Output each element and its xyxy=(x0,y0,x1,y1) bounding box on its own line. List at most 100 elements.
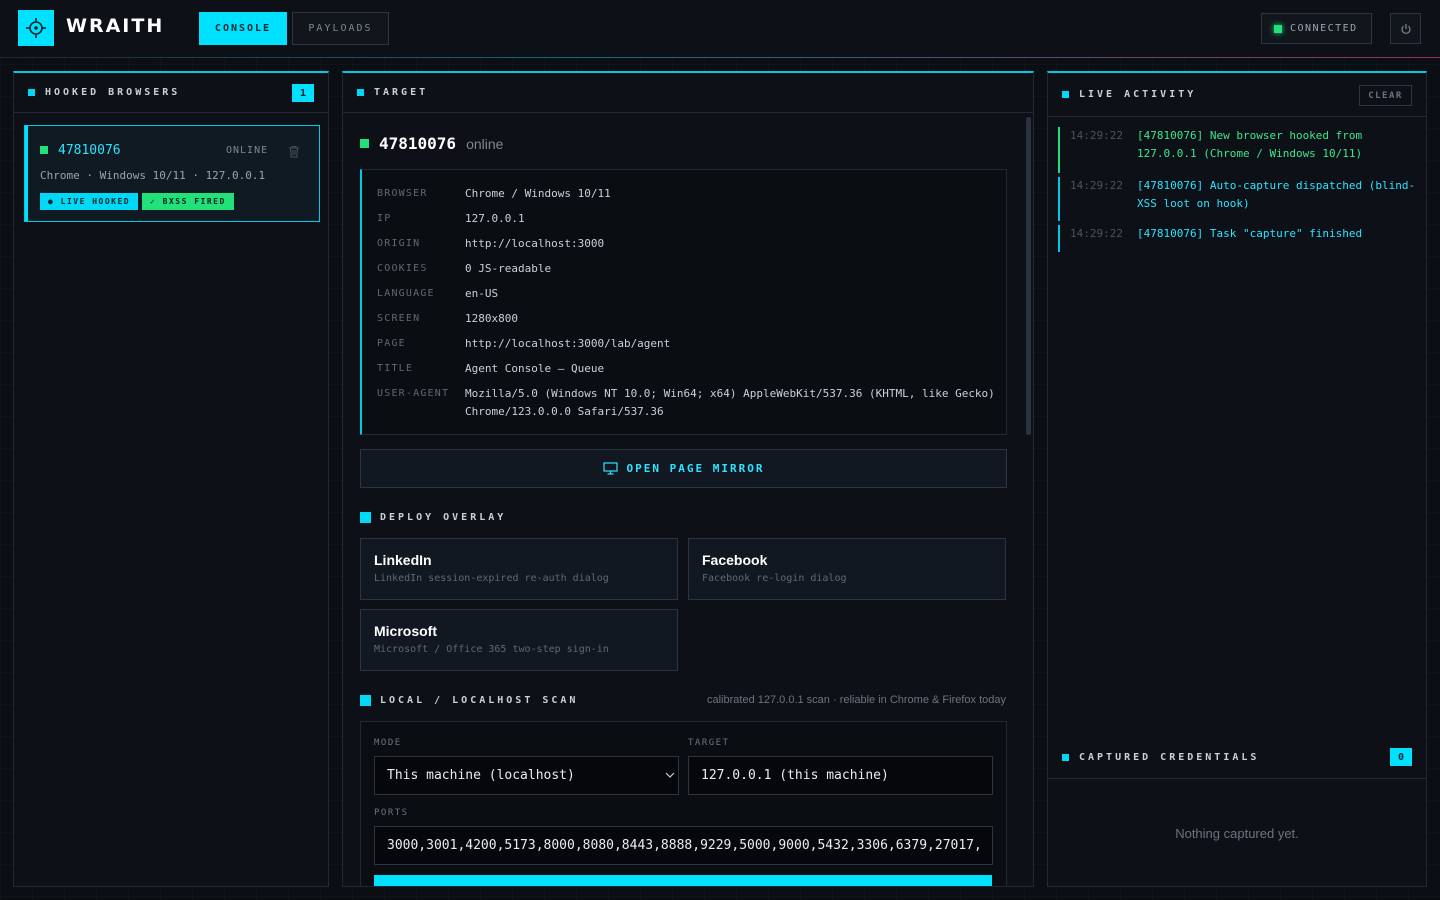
local-scan-title: LOCAL / LOCALHOST SCAN xyxy=(380,695,579,706)
monitor-icon xyxy=(602,462,618,475)
trash-icon[interactable] xyxy=(288,143,302,158)
open-page-mirror-label: OPEN PAGE MIRROR xyxy=(626,462,765,475)
hooked-count-badge: 1 xyxy=(292,84,314,102)
overlay-card-title: Facebook xyxy=(702,552,768,568)
info-value: Chrome / Windows 10/11 xyxy=(465,187,611,200)
activity-entry: 14:29:22 [47810076] Task "capture" finis… xyxy=(1058,225,1418,252)
tab-console[interactable]: CONSOLE xyxy=(199,12,287,45)
activity-timestamp: 14:29:22 xyxy=(1070,129,1123,142)
mode-select-value: This machine (localhost) xyxy=(387,768,575,783)
live-activity-header: LIVE ACTIVITY CLEAR xyxy=(1048,73,1426,117)
live-activity-panel: LIVE ACTIVITY CLEAR 14:29:22 [47810076] … xyxy=(1047,71,1427,887)
hooked-browser-status: ONLINE xyxy=(226,145,269,156)
ports-label: PORTS xyxy=(374,808,409,818)
info-key: LANGUAGE xyxy=(377,288,435,299)
online-dot-icon xyxy=(40,146,48,154)
local-scan-heading: LOCAL / LOCALHOST SCAN xyxy=(360,695,578,706)
credentials-count-badge: 0 xyxy=(1390,748,1412,766)
status-dot-icon xyxy=(1274,24,1282,33)
overlay-card-desc: Microsoft / Office 365 two-step sign-in xyxy=(374,644,609,655)
online-dot-icon xyxy=(360,139,369,148)
crosshair-logo-icon xyxy=(18,10,54,46)
scan-note: calibrated 127.0.0.1 scan · reliable in … xyxy=(707,694,1006,706)
deploy-overlay-title: DEPLOY OVERLAY xyxy=(380,512,507,523)
section-marker-icon xyxy=(357,89,364,96)
target-panel-title: TARGET xyxy=(374,87,429,98)
info-key: BROWSER xyxy=(377,188,428,199)
scrollbar[interactable] xyxy=(1026,117,1031,435)
info-value: http://localhost:3000/lab/agent xyxy=(465,337,671,350)
hooked-browsers-panel: HOOKED BROWSERS 1 47810076 ONLINE Chrome… xyxy=(13,71,329,887)
info-value: http://localhost:3000 xyxy=(465,237,605,250)
info-key: USER-AGENT xyxy=(377,388,450,399)
info-key: TITLE xyxy=(377,363,414,374)
section-marker-icon xyxy=(360,695,371,706)
activity-entry: 14:29:22 [47810076] New browser hooked f… xyxy=(1058,127,1418,173)
hooked-browser-id: 47810076 xyxy=(58,143,121,158)
target-header: TARGET xyxy=(343,73,1033,113)
connection-status-label: CONNECTED xyxy=(1290,23,1358,34)
info-key: COOKIES xyxy=(377,263,428,274)
target-state: online xyxy=(466,135,504,152)
info-value: Agent Console — Queue xyxy=(465,362,605,375)
target-panel: TARGET 47810076 online BROWSER Chrome / … xyxy=(342,71,1034,887)
activity-timestamp: 14:29:22 xyxy=(1070,227,1123,240)
hooked-browsers-header: HOOKED BROWSERS 1 xyxy=(14,73,328,113)
info-value: Mozilla/5.0 (Windows NT 10.0; Win64; x64… xyxy=(465,387,995,418)
ports-input[interactable]: 3000,3001,4200,5173,8000,8080,8443,8888,… xyxy=(374,826,993,865)
chevron-down-icon xyxy=(665,772,675,778)
app-title: WRAITH xyxy=(66,15,165,37)
live-activity-title: LIVE ACTIVITY xyxy=(1079,89,1197,100)
info-value: en-US xyxy=(465,287,499,300)
overlay-card-desc: LinkedIn session-expired re-auth dialog xyxy=(374,573,609,584)
target-heading: 47810076 online xyxy=(360,134,503,153)
overlay-card-facebook[interactable]: Facebook Facebook re-login dialog xyxy=(688,538,1006,600)
top-bar: WRAITH CONSOLE PAYLOADS CONNECTED xyxy=(0,0,1440,58)
section-marker-icon xyxy=(28,89,35,96)
overlay-card-microsoft[interactable]: Microsoft Microsoft / Office 365 two-ste… xyxy=(360,609,678,671)
info-value: 1280x800 xyxy=(465,312,518,325)
clear-button[interactable]: CLEAR xyxy=(1359,85,1412,106)
target-id: 47810076 xyxy=(379,134,457,153)
overlay-card-linkedin[interactable]: LinkedIn LinkedIn session-expired re-aut… xyxy=(360,538,678,600)
info-key: IP xyxy=(377,213,392,224)
activity-message: [47810076] New browser hooked from 127.0… xyxy=(1137,129,1363,160)
activity-timestamp: 14:29:22 xyxy=(1070,179,1123,192)
captured-credentials-title: CAPTURED CREDENTIALS xyxy=(1079,752,1260,763)
deploy-overlay-heading: DEPLOY OVERLAY xyxy=(360,512,506,523)
activity-message: [47810076] Auto-capture dispatched (blin… xyxy=(1137,179,1416,210)
info-key: SCREEN xyxy=(377,313,421,324)
top-bar-glow xyxy=(0,57,1440,58)
activity-entry: 14:29:22 [47810076] Auto-capture dispatc… xyxy=(1058,177,1418,221)
section-marker-icon xyxy=(360,512,371,523)
captured-credentials-header: CAPTURED CREDENTIALS 0 xyxy=(1048,737,1426,779)
info-value: 0 JS-readable xyxy=(465,262,552,275)
credentials-empty-message: Nothing captured yet. xyxy=(1175,826,1299,841)
activity-message: [47810076] Task "capture" finished xyxy=(1137,227,1363,240)
mode-select[interactable]: This machine (localhost) xyxy=(374,756,679,795)
overlay-card-title: LinkedIn xyxy=(374,552,432,568)
section-marker-icon xyxy=(1062,91,1069,98)
bxss-fired-badge: ✓ BXSS FIRED xyxy=(142,193,234,210)
live-hooked-badge: ● LIVE HOOKED xyxy=(40,193,139,210)
hooked-browser-meta: Chrome · Windows 10/11 · 127.0.0.1 xyxy=(40,169,266,182)
connection-status: CONNECTED xyxy=(1261,13,1372,44)
target-input[interactable]: 127.0.0.1 (this machine) xyxy=(688,756,993,795)
power-icon xyxy=(1400,23,1411,34)
info-value: 127.0.0.1 xyxy=(465,212,525,225)
info-key: PAGE xyxy=(377,338,406,349)
target-info-table: BROWSER Chrome / Windows 10/11 IP 127.0.… xyxy=(360,169,1007,435)
overlay-card-title: Microsoft xyxy=(374,623,437,639)
run-scan-button[interactable] xyxy=(374,875,992,886)
section-marker-icon xyxy=(1062,754,1069,761)
hooked-browsers-title: HOOKED BROWSERS xyxy=(45,87,181,98)
tab-payloads[interactable]: PAYLOADS xyxy=(292,12,389,45)
open-page-mirror-button[interactable]: OPEN PAGE MIRROR xyxy=(360,449,1007,488)
scan-form: MODE This machine (localhost) TARGET 127… xyxy=(360,721,1007,886)
overlay-card-desc: Facebook re-login dialog xyxy=(702,573,847,584)
hooked-browser-card[interactable]: 47810076 ONLINE Chrome · Windows 10/11 ·… xyxy=(24,125,320,222)
info-key: ORIGIN xyxy=(377,238,421,249)
mode-label: MODE xyxy=(374,738,402,748)
target-label: TARGET xyxy=(688,738,730,748)
power-button[interactable] xyxy=(1390,13,1421,44)
